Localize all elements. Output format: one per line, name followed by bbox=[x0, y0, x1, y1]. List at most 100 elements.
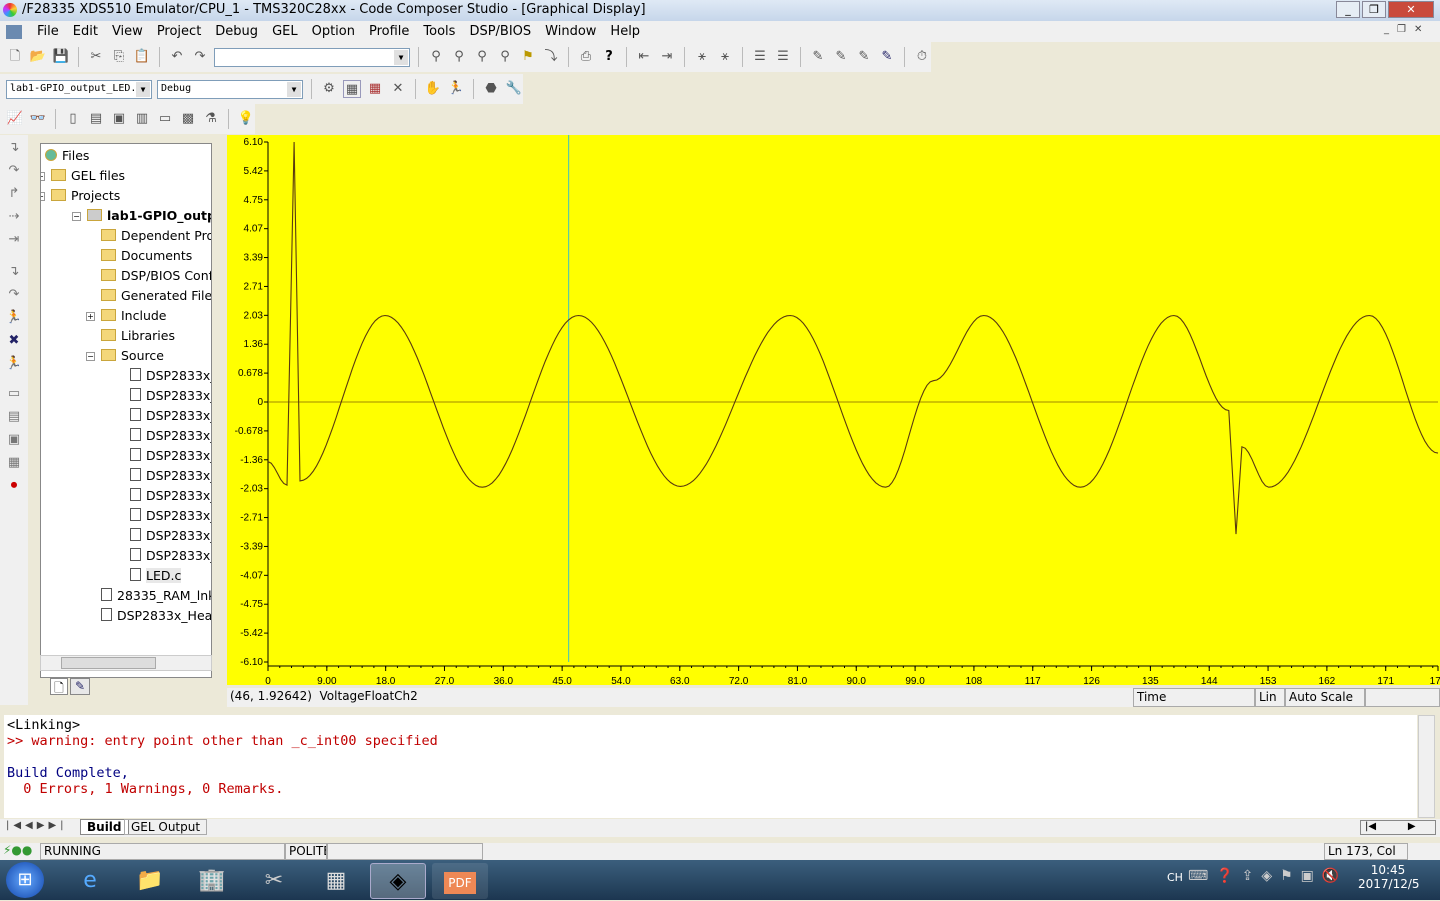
menu-dspbios[interactable]: DSP/BIOS bbox=[462, 24, 538, 39]
watch-glasses-icon[interactable]: 👓 bbox=[29, 110, 47, 128]
tool-app-icon[interactable]: ✂ bbox=[246, 863, 302, 899]
mdi-window-controls[interactable]: _❐✕ bbox=[1384, 24, 1430, 35]
file-view-tab-icon[interactable]: 🗋 bbox=[50, 678, 68, 695]
reset-icon[interactable]: ⬣ bbox=[482, 80, 500, 98]
tray-icons[interactable]: ⌨❓⇪◈⚑▣🔇 bbox=[1188, 868, 1347, 884]
build-output[interactable]: <Linking> >> warning: entry point other t… bbox=[4, 715, 1417, 818]
expander-icon[interactable]: − bbox=[86, 352, 95, 361]
paste-icon[interactable]: 📋 bbox=[133, 48, 151, 66]
step-into-icon[interactable]: ↴ bbox=[5, 140, 23, 158]
run-icon[interactable]: 🏃 bbox=[5, 310, 23, 328]
toggle-breakpoint-icon[interactable]: ⚹ bbox=[693, 48, 711, 66]
find-icon[interactable]: ⚲ bbox=[427, 48, 445, 66]
record-icon[interactable]: ⏺ bbox=[5, 478, 23, 496]
expander-icon[interactable]: + bbox=[86, 312, 95, 321]
tree-item[interactable]: 28335_RAM_lnk.cmd bbox=[101, 586, 211, 606]
ccs-app-icon[interactable]: ◈ bbox=[370, 863, 426, 899]
tree-item[interactable]: Dependent Projects bbox=[101, 226, 211, 246]
rebuild-all-icon[interactable]: ▦ bbox=[366, 80, 384, 98]
watch-view-icon[interactable]: ▣ bbox=[5, 432, 23, 450]
stack-view-icon[interactable]: ▦ bbox=[5, 455, 23, 473]
probe-all-icon[interactable]: ✎ bbox=[855, 48, 873, 66]
chevron-down-icon[interactable]: ▼ bbox=[136, 81, 150, 97]
bookmark-icon[interactable]: ⚑ bbox=[519, 48, 537, 66]
waveform-chart[interactable]: 6.10 5.42 4.75 4.07 3.39 2.71 2.03 1.36 0.678 0 -0… bbox=[227, 135, 1440, 687]
tree-item[interactable]: LED.c bbox=[130, 566, 182, 586]
memory-icon[interactable]: ▯ bbox=[64, 110, 82, 128]
asm-step-icon[interactable]: ↴ bbox=[5, 264, 23, 282]
probe-remove-icon[interactable]: ✎ bbox=[832, 48, 850, 66]
pdf-app-icon[interactable]: PDF bbox=[432, 863, 488, 899]
tab-build[interactable]: Build bbox=[80, 819, 129, 835]
undo-icon[interactable]: ↶ bbox=[168, 48, 186, 66]
calculator-icon[interactable]: ▦ bbox=[308, 863, 364, 899]
incremental-build-icon[interactable]: ▦ bbox=[343, 80, 361, 98]
align-left-icon[interactable]: ☰ bbox=[751, 48, 769, 66]
tree-item[interactable]: Generated Files bbox=[101, 286, 211, 306]
halt-icon[interactable]: ✖ bbox=[5, 333, 23, 351]
probe-active-icon[interactable]: ✎ bbox=[878, 48, 896, 66]
find-next-icon[interactable]: ⚲ bbox=[450, 48, 468, 66]
tab-gel-output[interactable]: GEL Output bbox=[124, 819, 208, 835]
graph-active-icon[interactable]: ▩ bbox=[179, 110, 197, 128]
explorer-icon[interactable]: 📁 bbox=[122, 863, 178, 899]
profile-clock-icon[interactable]: ⏱ bbox=[913, 48, 931, 66]
new-file-icon[interactable]: 🗋 bbox=[6, 48, 24, 66]
input-language[interactable]: CH bbox=[1167, 871, 1183, 884]
halt-hand-icon[interactable]: ✋ bbox=[424, 80, 442, 98]
tab-nav-arrows[interactable]: |◀◀▶▶| bbox=[6, 820, 68, 831]
set-pc-icon[interactable]: ⇥ bbox=[5, 232, 23, 250]
tree-item[interactable]: DSP2833x_Headers_nonBIOS.cmd bbox=[101, 606, 211, 626]
project-select[interactable]: lab1-GPIO_output_LED. ▼ bbox=[6, 79, 152, 99]
tree-item[interactable]: DSP2833x_C bbox=[130, 386, 211, 406]
graph-view-icon[interactable]: 📈 bbox=[6, 110, 24, 128]
outdent-icon[interactable]: ⇤ bbox=[635, 48, 653, 66]
building-app-icon[interactable]: 🏢 bbox=[184, 863, 240, 899]
expander-icon[interactable]: − bbox=[72, 212, 81, 221]
menu-gel[interactable]: GEL bbox=[265, 24, 305, 39]
watch-window-icon[interactable]: ▥ bbox=[133, 110, 151, 128]
close-button[interactable]: ✕ bbox=[1388, 1, 1434, 18]
goto-icon[interactable]: ⤵ bbox=[542, 48, 560, 66]
clock[interactable]: 10:45 2017/12/5 bbox=[1358, 863, 1420, 891]
menu-help[interactable]: Help bbox=[603, 24, 647, 39]
menu-option[interactable]: Option bbox=[305, 24, 362, 39]
menu-debug[interactable]: Debug bbox=[208, 24, 265, 39]
tree-item[interactable]: DSP/BIOS Config bbox=[101, 266, 211, 286]
indent-icon[interactable]: ⇥ bbox=[658, 48, 676, 66]
cut-icon[interactable]: ✂ bbox=[87, 48, 105, 66]
find-in-files-icon[interactable]: ⚲ bbox=[496, 48, 514, 66]
chevron-down-icon[interactable]: ▼ bbox=[394, 49, 408, 65]
tree-item[interactable]: DSP2833x_S bbox=[130, 506, 211, 526]
probe-point-icon[interactable]: ✎ bbox=[809, 48, 827, 66]
bookmark-view-tab-icon[interactable]: ✎ bbox=[70, 678, 90, 695]
menu-tools[interactable]: Tools bbox=[416, 24, 462, 39]
tree-item[interactable]: DSP2833x_G bbox=[130, 446, 211, 466]
copy-icon[interactable]: ⎘ bbox=[110, 48, 128, 66]
step-over-icon[interactable]: ↷ bbox=[5, 163, 23, 181]
minimize-button[interactable]: _ bbox=[1336, 1, 1360, 18]
compile-icon[interactable]: ⚙ bbox=[320, 80, 338, 98]
disassembly-icon[interactable]: ▣ bbox=[110, 110, 128, 128]
tree-item[interactable]: Libraries bbox=[101, 326, 175, 346]
ie-icon[interactable]: e bbox=[62, 863, 118, 899]
find-combo[interactable]: ▼ bbox=[214, 47, 410, 67]
context-help-icon[interactable]: ? bbox=[600, 48, 618, 66]
find-prev-icon[interactable]: ⚲ bbox=[473, 48, 491, 66]
animate-icon[interactable]: 🏃 bbox=[5, 356, 23, 374]
redo-icon[interactable]: ↷ bbox=[191, 48, 209, 66]
run-icon[interactable]: 🏃 bbox=[447, 80, 465, 98]
align-right-icon[interactable]: ☰ bbox=[774, 48, 792, 66]
menu-profile[interactable]: Profile bbox=[362, 24, 416, 39]
start-button[interactable]: ⊞ bbox=[6, 862, 44, 898]
microscope-icon[interactable]: ⚗ bbox=[202, 110, 220, 128]
menu-window[interactable]: Window bbox=[538, 24, 603, 39]
chevron-down-icon[interactable]: ▼ bbox=[287, 81, 301, 97]
scrollbar-thumb[interactable] bbox=[61, 657, 156, 669]
tree-item[interactable]: DSP2833x_A bbox=[130, 366, 211, 386]
config-select[interactable]: Debug ▼ bbox=[157, 79, 303, 99]
tools-icon[interactable]: 🔧 bbox=[505, 80, 523, 98]
menu-edit[interactable]: Edit bbox=[66, 24, 105, 39]
stop-build-icon[interactable]: ✕ bbox=[389, 80, 407, 98]
menu-file[interactable]: File bbox=[30, 24, 66, 39]
